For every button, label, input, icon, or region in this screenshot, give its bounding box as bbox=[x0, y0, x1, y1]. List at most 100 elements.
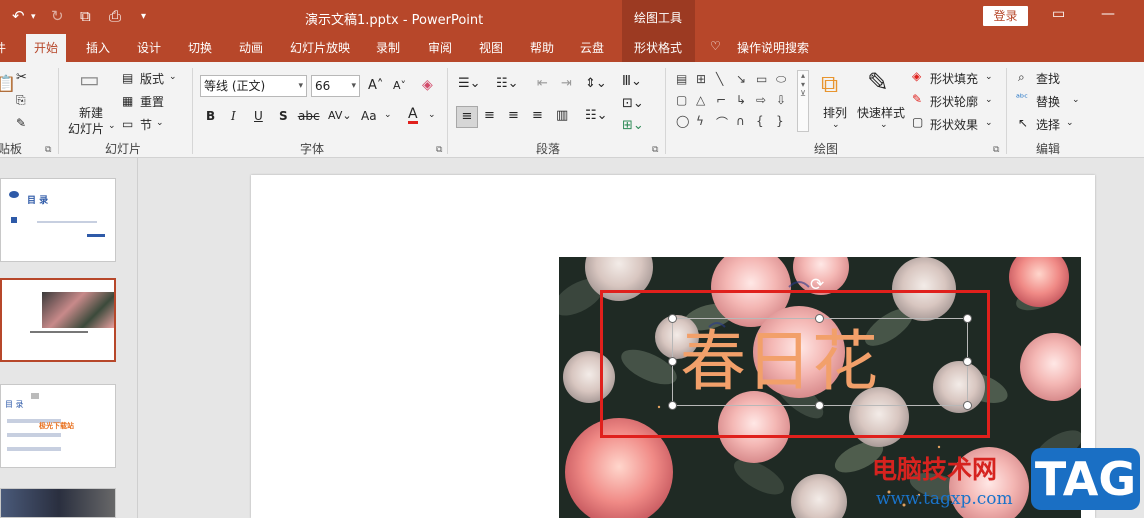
copy-icon[interactable]: ⎘ bbox=[16, 93, 26, 108]
tell-me-search[interactable]: 操作说明搜索 bbox=[737, 39, 809, 56]
tab-cloud[interactable]: 云盘 bbox=[580, 39, 604, 56]
undo-dropdown-icon[interactable]: ▾ bbox=[31, 12, 36, 22]
font-launcher-icon[interactable]: ⧉ bbox=[436, 145, 442, 155]
align-right-icon[interactable]: ≡ bbox=[508, 108, 519, 123]
tab-view[interactable]: 视图 bbox=[479, 39, 503, 56]
tab-review[interactable]: 审阅 bbox=[428, 39, 452, 56]
slide-thumbnail-3[interactable]: 目 录 极光下载站 bbox=[0, 384, 116, 468]
replace-button[interactable]: 替换 bbox=[1036, 93, 1060, 110]
elbow-arrow-shape-icon[interactable]: ↳ bbox=[736, 93, 746, 107]
shadow-button[interactable]: S bbox=[279, 109, 288, 123]
resize-handle-bottom-right[interactable] bbox=[963, 401, 972, 410]
ribbon-display-icon[interactable]: ▭ bbox=[1052, 6, 1065, 22]
new-slide-button[interactable]: 新建 bbox=[79, 104, 103, 121]
shape-effects-button[interactable]: 形状效果 bbox=[930, 116, 978, 133]
align-center-icon[interactable]: ≡ bbox=[484, 108, 495, 123]
underline-button[interactable]: U bbox=[254, 109, 263, 123]
bold-button[interactable]: B bbox=[206, 109, 215, 123]
resize-handle-right[interactable] bbox=[963, 357, 972, 366]
minimize-icon[interactable]: — bbox=[1101, 6, 1115, 22]
text-direction-icon[interactable]: Ⅲ⌄ bbox=[622, 74, 642, 89]
resize-handle-top-left[interactable] bbox=[668, 314, 677, 323]
increase-indent-icon[interactable]: ⇥ bbox=[561, 76, 572, 91]
layout-button[interactable]: 版式 bbox=[140, 70, 164, 87]
paste-icon[interactable]: 📋 bbox=[0, 74, 16, 93]
chevron-down-icon[interactable]: ⌄ bbox=[985, 72, 993, 82]
shape-outline-button[interactable]: 形状轮廓 bbox=[930, 93, 978, 110]
section-button[interactable]: 节 bbox=[140, 116, 152, 133]
left-brace-shape-icon[interactable]: { bbox=[756, 114, 764, 128]
drawing-launcher-icon[interactable]: ⧉ bbox=[993, 145, 999, 155]
chevron-down-icon[interactable]: ⌄ bbox=[169, 72, 177, 82]
reset-button[interactable]: 重置 bbox=[140, 93, 164, 110]
line-shape-icon[interactable]: ╲ bbox=[716, 72, 723, 86]
chevron-down-icon[interactable]: ⌄ bbox=[156, 118, 164, 128]
down-arrow-shape-icon[interactable]: ⇩ bbox=[776, 93, 786, 107]
font-size-select[interactable]: 66 ▾ bbox=[311, 75, 360, 97]
increase-font-icon[interactable]: A˄ bbox=[368, 78, 383, 93]
chevron-down-icon[interactable]: ⌄ bbox=[428, 110, 436, 120]
chevron-down-icon[interactable]: ⌄ bbox=[108, 121, 116, 131]
shape-fill-button[interactable]: 形状填充 bbox=[930, 70, 978, 87]
italic-button[interactable]: I bbox=[231, 109, 236, 123]
quick-styles-button[interactable]: 快速样式 bbox=[857, 104, 905, 121]
right-brace-shape-icon[interactable]: } bbox=[776, 114, 784, 128]
resize-handle-bottom[interactable] bbox=[815, 401, 824, 410]
triangle-shape-icon[interactable]: △ bbox=[696, 93, 705, 107]
slide-title-text[interactable]: 春日花 bbox=[680, 322, 878, 402]
chevron-down-icon[interactable]: ⌄ bbox=[985, 118, 993, 128]
chevron-down-icon[interactable]: ⌄ bbox=[880, 120, 888, 130]
line-spacing-icon[interactable]: ⇕⌄ bbox=[585, 76, 607, 91]
arrow-line-shape-icon[interactable]: ↘ bbox=[736, 72, 746, 86]
find-button[interactable]: 查找 bbox=[1036, 70, 1060, 87]
customize-toolbar-icon[interactable]: ▾ bbox=[141, 11, 146, 22]
align-left-icon[interactable]: ≡ bbox=[456, 106, 478, 128]
new-slide-button-line2[interactable]: 幻灯片 bbox=[68, 120, 104, 137]
elbow-connector-shape-icon[interactable]: ⌐ bbox=[716, 93, 726, 107]
rotate-handle-icon[interactable]: ⟳ bbox=[810, 275, 824, 295]
slide-thumbnail-2-selected[interactable] bbox=[0, 278, 116, 362]
numbering-icon[interactable]: ☷⌄ bbox=[496, 76, 519, 91]
chevron-down-icon[interactable]: ⌄ bbox=[1066, 118, 1074, 128]
distributed-icon[interactable]: ▥ bbox=[556, 108, 568, 123]
print-preview-icon[interactable]: ⎙ bbox=[109, 7, 121, 25]
slide-thumbnail-4[interactable] bbox=[0, 488, 116, 518]
chevron-down-icon[interactable]: ⌄ bbox=[985, 95, 993, 105]
chevron-down-icon[interactable]: ⌄ bbox=[1072, 95, 1080, 105]
resize-handle-bottom-left[interactable] bbox=[668, 401, 677, 410]
oval-shape-icon[interactable]: ⬭ bbox=[776, 72, 786, 87]
redo-icon[interactable]: ↻ bbox=[51, 7, 64, 25]
format-painter-icon[interactable]: ✎ bbox=[16, 116, 26, 130]
bullets-icon[interactable]: ☰⌄ bbox=[458, 76, 481, 91]
reset-icon[interactable]: ▦ bbox=[122, 94, 133, 108]
tab-transitions[interactable]: 切换 bbox=[188, 39, 212, 56]
justify-icon[interactable]: ≡ bbox=[532, 108, 543, 123]
paragraph-launcher-icon[interactable]: ⧉ bbox=[652, 145, 658, 155]
shape-outline-icon[interactable]: ✎ bbox=[912, 92, 922, 106]
tab-home[interactable]: 开始 bbox=[26, 34, 67, 62]
undo-icon[interactable]: ↶ bbox=[12, 7, 25, 25]
login-button[interactable]: 登录 bbox=[983, 6, 1028, 26]
find-icon[interactable]: ⌕ bbox=[1018, 70, 1025, 85]
layout-icon[interactable]: ▤ bbox=[122, 71, 133, 85]
slide-thumbnail-1[interactable]: 目 录 bbox=[0, 178, 116, 262]
char-spacing-icon[interactable]: AV⌄ bbox=[328, 109, 352, 122]
select-button[interactable]: 选择 bbox=[1036, 116, 1060, 133]
cut-icon[interactable]: ✂ bbox=[16, 70, 27, 85]
textbox-shape-icon[interactable]: ▤ bbox=[676, 72, 687, 86]
lightning-shape-icon[interactable]: ϟ bbox=[696, 114, 704, 128]
smartart-icon[interactable]: ⊞⌄ bbox=[622, 118, 644, 133]
change-case-button[interactable]: Aa bbox=[361, 109, 377, 123]
tab-file[interactable]: 件 bbox=[0, 39, 6, 56]
chevron-down-icon[interactable]: ⌄ bbox=[384, 110, 392, 120]
arc-shape-icon[interactable]: ⌒ bbox=[716, 114, 728, 131]
decrease-font-icon[interactable]: A˅ bbox=[393, 79, 406, 92]
section-icon[interactable]: ▭ bbox=[122, 117, 133, 131]
rectangle-shape-icon[interactable]: ▭ bbox=[756, 72, 767, 86]
tab-slideshow[interactable]: 幻灯片放映 bbox=[290, 39, 350, 56]
arrange-icon[interactable]: ⧉ bbox=[821, 70, 838, 98]
replace-icon[interactable]: ᵃᵇᶜ bbox=[1016, 93, 1028, 104]
new-slide-icon[interactable]: ▭ bbox=[79, 68, 100, 93]
resize-handle-top[interactable] bbox=[815, 314, 824, 323]
font-color-icon[interactable]: A bbox=[408, 107, 418, 124]
